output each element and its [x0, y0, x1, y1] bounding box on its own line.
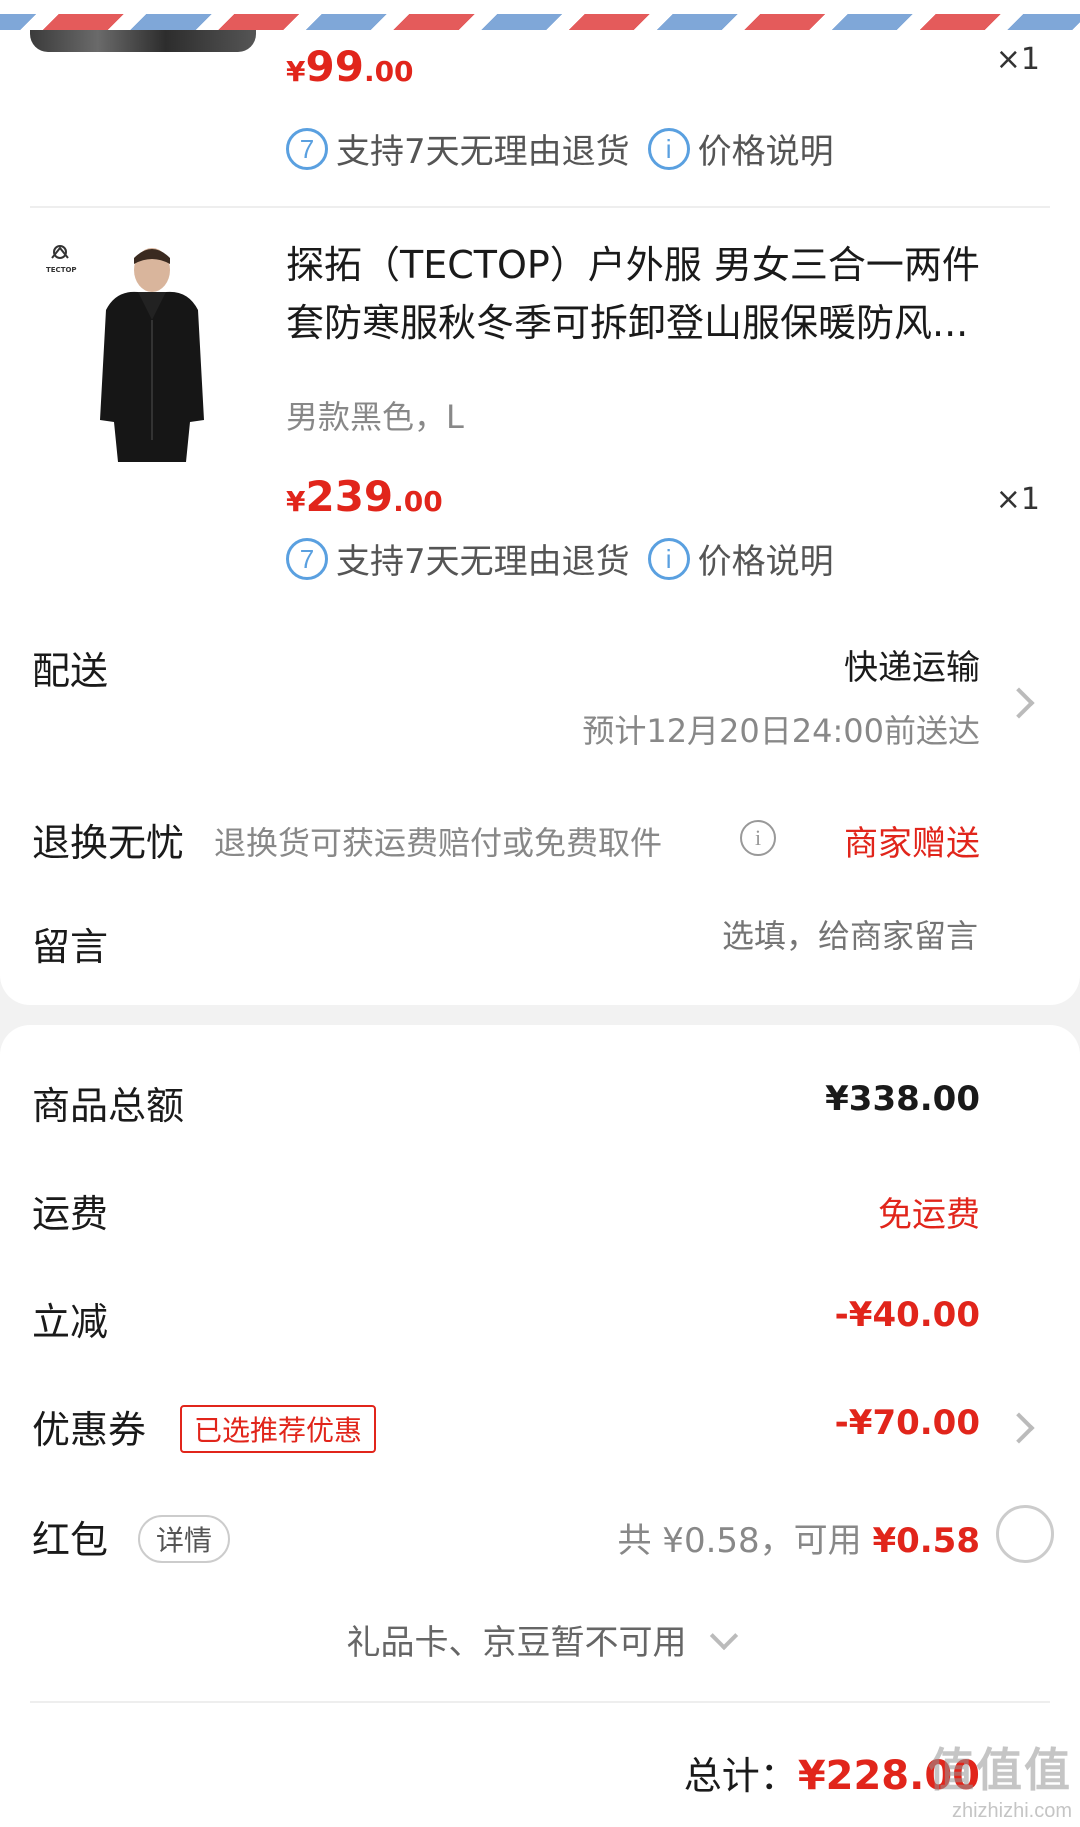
return-policy-text[interactable]: 支持7天无理由退货	[336, 124, 630, 173]
redpacket-amount: 共 ¥0.58，可用 ¥0.58	[617, 1521, 981, 1561]
item1-services: 7 支持7天无理由退货 i 价格说明	[286, 124, 834, 173]
coupon-row[interactable]: 优惠券 已选推荐优惠 -¥70.00	[0, 1399, 1080, 1459]
return-policy-icon: 7	[286, 537, 328, 580]
watermark: 值值值 zhizhizhi.com	[928, 1744, 1072, 1822]
price-info-link[interactable]: 价格说明	[698, 124, 834, 173]
delivery-eta: 预计12月20日24:00前送达	[582, 712, 980, 750]
item2-price: ¥239.00	[286, 472, 443, 521]
shipping-value: 免运费	[878, 1195, 980, 1235]
jacket-product-image	[86, 240, 218, 462]
coupon-label: 优惠券	[32, 1408, 147, 1452]
coupon-tag: 已选推荐优惠	[180, 1405, 377, 1453]
returns-label: 退换无忧	[32, 821, 185, 865]
delivery-label: 配送	[32, 649, 109, 693]
discount-label: 立减	[32, 1300, 109, 1344]
item2-thumbnail[interactable]	[86, 240, 218, 462]
shipping-label: 运费	[32, 1192, 109, 1236]
return-policy-icon: 7	[286, 127, 328, 170]
item2-services: 7 支持7天无理由退货 i 价格说明	[286, 534, 834, 583]
message-row: 留言	[0, 910, 1080, 980]
redpacket-radio[interactable]	[996, 1505, 1054, 1563]
redpacket-row: 红包 详情 共 ¥0.58，可用 ¥0.58	[0, 1505, 1080, 1575]
price-summary-card: 商品总额 ¥338.00 运费 免运费 立减 -¥40.00 优惠券 已选推荐优…	[0, 1025, 1080, 1827]
giftcard-row[interactable]: 礼品卡、京豆暂不可用	[0, 1615, 1080, 1675]
returns-desc: 退换货可获运费赔付或免费取件	[214, 824, 663, 862]
item1-thumbnail[interactable]	[30, 30, 256, 52]
item1-price: ¥99.00	[286, 42, 414, 91]
message-input[interactable]	[556, 916, 980, 956]
discount-value: -¥40.00	[834, 1295, 980, 1335]
order-items-card: ¥99.00 ×1 7 支持7天无理由退货 i 价格说明 TECTOP 探拓（T…	[0, 30, 1080, 1005]
goods-total-row: 商品总额 ¥338.00	[0, 1075, 1080, 1135]
returns-row[interactable]: 退换无忧 退换货可获运费赔付或免费取件 i 商家赠送	[0, 806, 1080, 876]
item2-quantity: ×1	[995, 482, 1040, 517]
info-icon[interactable]: i	[740, 820, 776, 856]
delivery-row[interactable]: 配送 快递运输 预计12月20日24:00前送达	[0, 630, 1080, 780]
item2-title[interactable]: 探拓（TECTOP）户外服 男女三合一两件 套防寒服秋冬季可拆卸登山服保暖防风.…	[286, 236, 1046, 352]
info-icon: i	[647, 127, 690, 170]
item1-quantity: ×1	[995, 42, 1040, 77]
delivery-method: 快递运输	[844, 648, 980, 688]
chevron-right-icon	[1003, 1412, 1035, 1444]
price-info-link[interactable]: 价格说明	[698, 534, 834, 583]
brand-logo: TECTOP	[40, 242, 90, 278]
returns-value: 商家赠送	[844, 824, 980, 864]
chevron-down-icon	[709, 1621, 738, 1651]
giftcard-text: 礼品卡、京豆暂不可用	[346, 1623, 687, 1663]
coupon-value: -¥70.00	[834, 1403, 980, 1443]
goods-total-label: 商品总额	[32, 1084, 185, 1128]
divider	[30, 206, 1050, 208]
airmail-border	[0, 0, 1080, 30]
redpacket-label: 红包	[32, 1518, 109, 1562]
divider	[30, 1701, 1050, 1703]
message-label: 留言	[32, 925, 109, 969]
info-icon: i	[647, 537, 690, 580]
chevron-right-icon	[1003, 687, 1035, 719]
goods-total-value: ¥338.00	[825, 1079, 980, 1119]
shipping-row: 运费 免运费	[0, 1183, 1080, 1243]
discount-row: 立减 -¥40.00	[0, 1291, 1080, 1351]
redpacket-detail-button[interactable]: 详情	[138, 1515, 231, 1563]
item2-variant: 男款黑色，L	[286, 398, 464, 436]
return-policy-text[interactable]: 支持7天无理由退货	[336, 534, 630, 583]
